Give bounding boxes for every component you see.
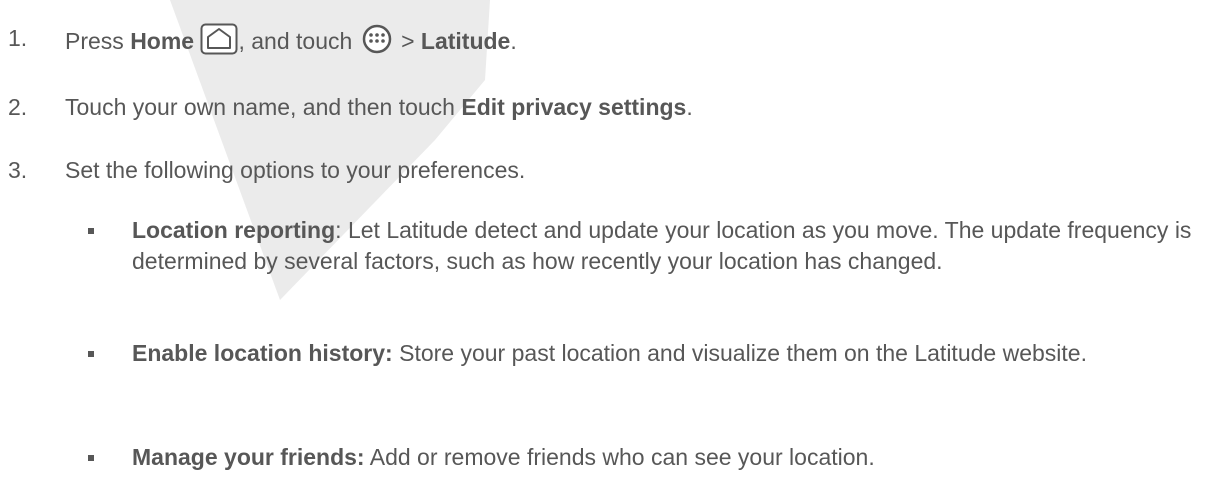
- home-icon: [200, 23, 238, 62]
- option-text: Enable location history: Store your past…: [132, 340, 1087, 366]
- option-text: Manage your friends: Add or remove frien…: [132, 444, 875, 470]
- step-1: 1. Press Home , and touch > Latitude.: [0, 23, 1219, 63]
- step-text: Touch your own name, and then touch Edit…: [65, 94, 693, 120]
- bullet-marker: [88, 455, 94, 461]
- step-number: 1.: [8, 25, 28, 51]
- step-3: 3. Set the following options to your pre…: [0, 155, 1219, 187]
- option-label: Enable location history:: [132, 340, 393, 366]
- step-number: 2.: [8, 94, 28, 120]
- step-number: 3.: [8, 157, 28, 183]
- bullet-marker: [88, 228, 94, 234]
- step-text: Press Home , and touch > Latitude.: [65, 23, 517, 62]
- latitude-label: Latitude: [420, 28, 511, 54]
- instructions-document: 1. Press Home , and touch > Latitude. 2.…: [0, 0, 1219, 497]
- option-label: Location reporting: [132, 217, 336, 243]
- edit-privacy-label: Edit privacy settings: [461, 94, 687, 120]
- apps-icon: [359, 23, 395, 62]
- step-text: Set the following options to your prefer…: [65, 157, 526, 183]
- bullet-marker: [88, 351, 94, 357]
- step-2: 2. Touch your own name, and then touch E…: [0, 92, 1219, 124]
- option-label: Manage your friends:: [132, 444, 365, 470]
- home-label: Home: [130, 28, 195, 54]
- option-text: Location reporting: Let Latitude detect …: [132, 217, 1192, 274]
